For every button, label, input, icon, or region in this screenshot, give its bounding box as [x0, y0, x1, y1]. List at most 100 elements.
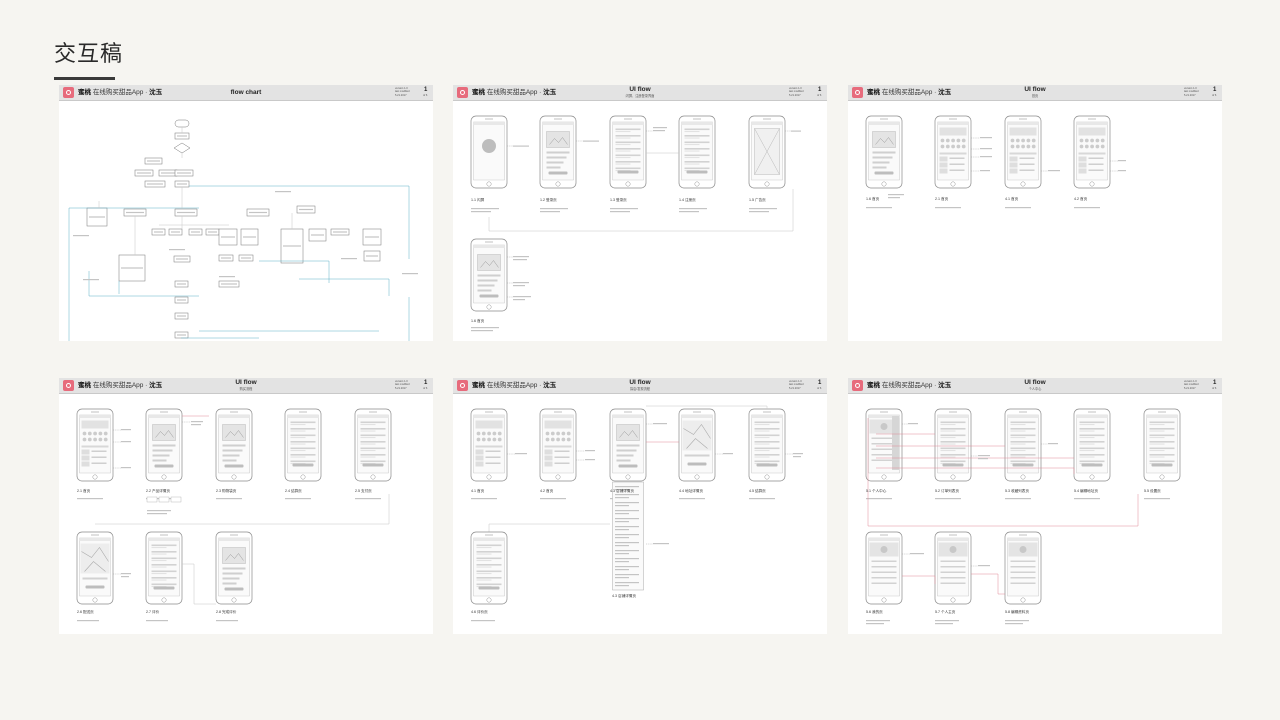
version-info: version 1.0 last modified 5.21.2017	[789, 87, 804, 97]
phone-wireframe	[678, 408, 716, 482]
brand-line: 蜜桃 在线购买甜品App · 沈玉	[867, 382, 952, 389]
screen-caption: 2.4 结算页	[285, 489, 302, 493]
panel-title: UI flow	[629, 86, 651, 93]
phone-wireframe	[678, 115, 716, 189]
screen-caption: 4.4 地址详情页	[679, 489, 703, 493]
screen-caption: 5.5 设置页	[1144, 489, 1161, 493]
ui-flow-profile-panel: 蜜桃 在线购买甜品App · 沈玉 UI flow 个人中心 version 1…	[848, 378, 1222, 634]
flowchart-panel: 蜜桃 在线购买甜品App · 沈玉 flow chart version 1.0…	[59, 85, 433, 341]
panel-subtitle: 首页	[1031, 94, 1039, 98]
screen-caption: 5.7 个人主页	[935, 610, 956, 614]
phone-wireframe	[145, 408, 183, 482]
brand-logo	[852, 87, 863, 98]
page-total: of 6	[423, 387, 428, 390]
page-total: of 6	[1212, 94, 1217, 97]
phone-wireframe	[934, 408, 972, 482]
phone-wireframe	[470, 115, 508, 189]
version-info: version 1.0 last modified 5.21.2017	[789, 380, 804, 390]
phone-wireframe	[1004, 531, 1042, 605]
ui-flow-login-panel: 蜜桃 在线购买甜品App · 沈玉 UI flow 闪屏、注册登录界面 vers…	[453, 85, 827, 341]
screen-caption: 2.8 完成评价	[216, 610, 237, 614]
brand-line: 蜜桃 在线购买甜品App · 沈玉	[472, 382, 557, 389]
phone-wireframe	[609, 115, 647, 189]
phone-wireframe	[284, 408, 322, 482]
screen-caption: 4.2 首页	[540, 489, 554, 493]
screen-caption: 1.3 登录页	[610, 198, 627, 202]
phone-wireframe	[215, 408, 253, 482]
page-number: 1	[818, 380, 822, 386]
screen-caption: 4.1 首页	[1005, 197, 1019, 201]
screen-caption: 2.3 购物袋页	[216, 489, 237, 493]
phone-wireframe	[145, 531, 183, 605]
phone-wireframe	[748, 115, 786, 189]
screen-caption: 1.1 闪屏	[471, 198, 485, 202]
phone-wireframe	[76, 531, 114, 605]
panel-header: 蜜桃 在线购买甜品App · 沈玉 UI flow 个人中心 version 1…	[848, 378, 1222, 394]
version-info: version 1.0 last modified 5.21.2017	[1184, 87, 1199, 97]
page-total: of 6	[817, 94, 822, 97]
phone-wireframe	[470, 408, 508, 482]
screen-caption: 5.8 编辑资料页	[1005, 610, 1029, 614]
brand-logo	[457, 380, 468, 391]
screen-caption: 5.6 我的页	[866, 610, 883, 614]
panel-content	[865, 115, 1126, 209]
phone-wireframe	[1004, 408, 1042, 482]
phone-wireframe	[934, 115, 972, 189]
ui-flow-explore-panel: 蜜桃 在线购买甜品App · 沈玉 UI flow 探店/发现流程 versio…	[453, 378, 827, 634]
phone-wireframe	[470, 531, 508, 605]
phone-wireframe	[354, 408, 392, 482]
version-info: version 1.0 last modified 5.21.2017	[395, 380, 410, 390]
phone-wireframe	[76, 408, 114, 482]
phone-wireframe	[865, 531, 903, 605]
phone-wireframe	[748, 408, 786, 482]
phone-wireframe	[1143, 408, 1181, 482]
page-number: 1	[818, 87, 822, 93]
brand-line: 蜜桃 在线购买甜品App · 沈玉	[78, 382, 163, 389]
brand-line: 蜜桃 在线购买甜品App · 沈玉	[78, 89, 163, 96]
panel-title: UI flow	[629, 379, 651, 386]
panel-header: 蜜桃 在线购买甜品App · 沈玉 UI flow 首页 version 1.0…	[848, 85, 1222, 101]
page-title: 交互稿	[54, 42, 124, 67]
panel-content	[865, 408, 1181, 625]
screen-caption: 1.5 广告页	[749, 198, 766, 202]
brand-logo	[63, 87, 74, 98]
page-number: 1	[424, 380, 428, 386]
panel-title: UI flow	[1024, 86, 1046, 93]
phone-wireframe	[1073, 408, 1111, 482]
screen-caption: 4.6 评价页	[471, 610, 488, 614]
brand-logo	[63, 380, 74, 391]
panel-header: 蜜桃 在线购买甜品App · 沈玉 flow chart version 1.0…	[59, 85, 433, 101]
screen-caption: 4.3 店铺详情页	[612, 594, 636, 598]
panel-title: UI flow	[1024, 379, 1046, 386]
phone-wireframe	[609, 408, 647, 482]
screen-caption: 5.4 编辑地址页	[1074, 489, 1098, 493]
screen-caption: 5.2 订单列表页	[935, 489, 959, 493]
panel-content	[68, 119, 418, 341]
phone-wireframe	[470, 238, 508, 312]
title-underline	[54, 77, 115, 80]
screen-caption: 5.3 收藏列表页	[1005, 489, 1029, 493]
panel-header: 蜜桃 在线购买甜品App · 沈玉 UI flow 闪屏、注册登录界面 vers…	[453, 85, 827, 101]
phone-wireframe	[1004, 115, 1042, 189]
panel-subtitle: 购买流程	[239, 387, 253, 391]
page-number: 1	[424, 87, 428, 93]
panel-content	[76, 408, 392, 622]
page-number: 1	[1213, 380, 1217, 386]
screen-caption: 4.2 首页	[1074, 197, 1088, 201]
screen-caption: 2.1 首页	[77, 489, 91, 493]
phone-wireframe	[1073, 115, 1111, 189]
screen-caption: 1.2 登录页	[540, 198, 557, 202]
page-number: 1	[1213, 87, 1217, 93]
page-total: of 6	[1212, 387, 1217, 390]
screen-caption: 4.3 店铺详情页	[610, 489, 634, 493]
screen-caption: 4.5 结算页	[749, 489, 766, 493]
panel-content	[470, 405, 803, 622]
screen-caption: 2.7 评价	[146, 610, 160, 614]
phone-wireframe	[865, 115, 903, 189]
screen-caption: 2.6 配送页	[77, 610, 94, 614]
version-info: version 1.0 last modified 5.21.2017	[1184, 380, 1199, 390]
phone-wireframe	[539, 115, 577, 189]
page-total: of 6	[817, 387, 822, 390]
phone-wireframe	[215, 531, 253, 605]
brand-logo	[457, 87, 468, 98]
